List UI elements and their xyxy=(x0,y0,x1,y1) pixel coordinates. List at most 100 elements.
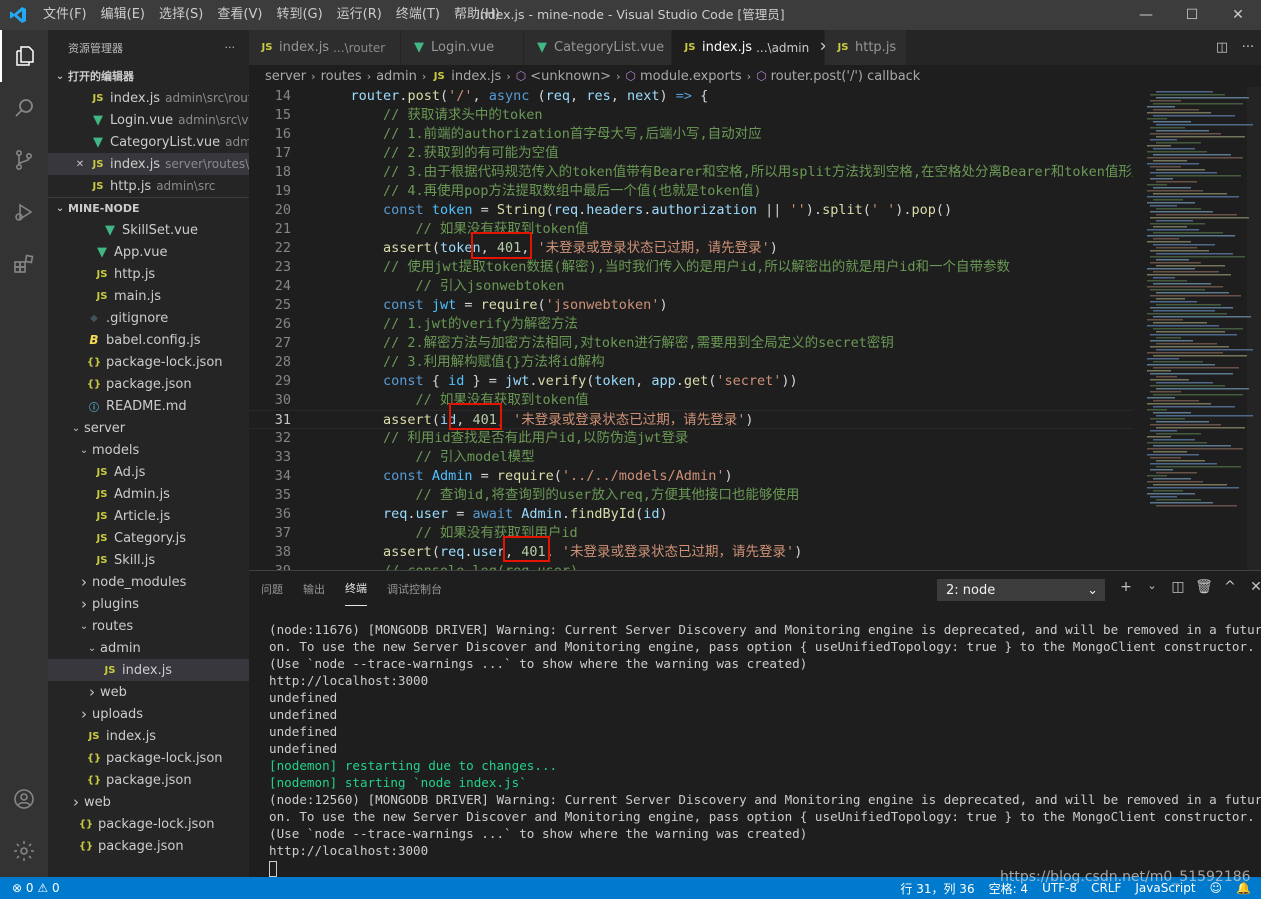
editor-tab[interactable]: ▼ CategoryList.vue xyxy=(524,30,672,65)
more-actions-icon[interactable]: ··· xyxy=(1235,40,1261,55)
menu-item[interactable]: 文件(F) xyxy=(36,0,94,30)
open-editor-item[interactable]: ▼ CategoryList.vue adm... xyxy=(48,131,249,153)
code-line[interactable]: 30 // 如果没有获取到token值 xyxy=(249,391,1133,410)
tree-folder[interactable]: › node_modules xyxy=(48,571,249,593)
menu-item[interactable]: 帮助(H) xyxy=(447,0,507,30)
code-line[interactable]: 26 // 1.jwt的verify为解密方法 xyxy=(249,315,1133,334)
tree-file[interactable]: JS Admin.js xyxy=(48,483,249,505)
breadcrumb-item[interactable]: admin xyxy=(376,69,417,84)
editor-tab[interactable]: ▼ Login.vue xyxy=(401,30,524,65)
minimap[interactable] xyxy=(1133,87,1261,570)
source-control-icon[interactable] xyxy=(0,134,48,186)
panel-tab[interactable]: 输出 xyxy=(303,571,325,606)
tree-file[interactable]: ◆ .gitignore xyxy=(48,307,249,329)
code-line[interactable]: 38 assert(req.user, 401, '未登录或登录状态已过期，请先… xyxy=(249,543,1133,562)
open-editor-item[interactable]: JS index.js admin\src\router xyxy=(48,87,249,109)
explorer-icon[interactable] xyxy=(0,30,48,82)
tree-file[interactable]: ▼ App.vue xyxy=(48,241,249,263)
tree-folder[interactable]: ⌄ server xyxy=(48,417,249,439)
panel-tab[interactable]: 终端 xyxy=(345,571,367,606)
search-icon[interactable] xyxy=(0,82,48,134)
tree-file[interactable]: JS http.js xyxy=(48,263,249,285)
open-editor-item[interactable]: JS http.js admin\src xyxy=(48,175,249,197)
tree-folder[interactable]: › uploads xyxy=(48,703,249,725)
editor-scrollbar[interactable] xyxy=(1247,87,1261,570)
code-line[interactable]: 33 // 引入model模型 xyxy=(249,448,1133,467)
breadcrumb-item[interactable]: module.exports xyxy=(640,69,742,84)
close-window-button[interactable]: ✕ xyxy=(1215,0,1261,30)
split-editor-icon[interactable]: ◫ xyxy=(1209,40,1235,55)
code-line[interactable]: 24 // 引入jsonwebtoken xyxy=(249,277,1133,296)
breadcrumb-item[interactable]: server xyxy=(265,69,306,84)
tree-file[interactable]: {} package.json xyxy=(48,373,249,395)
problems-indicator[interactable]: ⊗ 0 ⚠ 0 xyxy=(0,881,60,895)
tree-file[interactable]: JS Article.js xyxy=(48,505,249,527)
terminal-select[interactable]: 2: node ⌄ xyxy=(937,579,1105,601)
breadcrumb-item[interactable]: routes xyxy=(321,69,362,84)
tree-file[interactable]: JS main.js xyxy=(48,285,249,307)
tree-file[interactable]: ⓘ README.md xyxy=(48,395,249,417)
tree-folder[interactable]: › web xyxy=(48,791,249,813)
code-line[interactable]: 18 // 3.由于根据代码规范传入的token值带有Bearer和空格,所以用… xyxy=(249,163,1146,182)
trash-icon[interactable]: 🗑 xyxy=(1191,579,1217,595)
panel-tab[interactable]: 调试控制台 xyxy=(387,571,442,606)
terminal-dropdown-icon[interactable]: ⌄ xyxy=(1139,579,1165,595)
code-line[interactable]: 16 // 1.前端的authorization首字母大写,后端小写,自动对应 xyxy=(249,125,1133,144)
menu-item[interactable]: 终端(T) xyxy=(389,0,447,30)
settings-gear-icon[interactable] xyxy=(0,825,48,877)
tree-file[interactable]: {} package.json xyxy=(48,835,249,857)
extensions-icon[interactable] xyxy=(0,238,48,290)
code-line[interactable]: 29 const { id } = jwt.verify(token, app.… xyxy=(249,372,1133,391)
code-line[interactable]: 36 req.user = await Admin.findById(id) xyxy=(249,505,1133,524)
code-line[interactable]: 27 // 2.解密方法与加密方法相同,对token进行解密,需要用到全局定义的… xyxy=(249,334,1133,353)
code-line[interactable]: 15 // 获取请求头中的token xyxy=(249,106,1133,125)
code-line[interactable]: 34 const Admin = require('../../models/A… xyxy=(249,467,1133,486)
code-line[interactable]: 28 // 3.利用解构赋值{}方法将id解构 xyxy=(249,353,1133,372)
code-line[interactable]: 32 // 利用id查找是否有此用户id,以防伪造jwt登录 xyxy=(249,429,1133,448)
maximize-panel-icon[interactable]: ^ xyxy=(1217,579,1243,595)
cursor-position[interactable]: 行 31，列 36 xyxy=(900,880,974,897)
close-panel-icon[interactable]: ✕ xyxy=(1243,579,1261,595)
editor-tab[interactable]: JS http.js xyxy=(825,30,907,65)
new-terminal-icon[interactable]: + xyxy=(1113,579,1139,595)
run-debug-icon[interactable] xyxy=(0,186,48,238)
breadcrumb-item[interactable]: router.post('/') callback xyxy=(771,69,921,84)
maximize-button[interactable]: ☐ xyxy=(1169,0,1215,30)
code-line[interactable]: 19 // 4.再使用pop方法提取数组中最后一个值(也就是token值) xyxy=(249,182,1133,201)
tree-file[interactable]: ▼ SkillSet.vue xyxy=(48,219,249,241)
code-line[interactable]: 20 const token = String(req.headers.auth… xyxy=(249,201,1133,220)
tree-folder[interactable]: ⌄ admin xyxy=(48,637,249,659)
panel-tab[interactable]: 问题 xyxy=(261,571,283,606)
close-icon[interactable]: ✕ xyxy=(72,159,88,170)
code-line[interactable]: 35 // 查询id,将查询到的user放入req,方便其他接口也能够使用 xyxy=(249,486,1133,505)
tree-folder[interactable]: › plugins xyxy=(48,593,249,615)
open-editor-item[interactable]: ✕ JS index.js server\routes\a... xyxy=(48,153,249,175)
more-actions-icon[interactable]: ··· xyxy=(225,41,236,54)
code-line[interactable]: 37 // 如果没有获取到用户id xyxy=(249,524,1133,543)
tree-file[interactable]: JS Ad.js xyxy=(48,461,249,483)
tree-file[interactable]: {} package.json xyxy=(48,769,249,791)
split-terminal-icon[interactable]: ◫ xyxy=(1165,579,1191,595)
tree-folder[interactable]: › web xyxy=(48,681,249,703)
tree-folder[interactable]: ⌄ models xyxy=(48,439,249,461)
tree-file[interactable]: Bbabel.config.js xyxy=(48,329,249,351)
code-line[interactable]: 14 router.post('/', async (req, res, nex… xyxy=(249,87,1133,106)
tree-folder[interactable]: ⌄ routes xyxy=(48,615,249,637)
code-line[interactable]: 22 assert(token, 401, '未登录或登录状态已过期，请先登录'… xyxy=(249,239,1133,258)
code-line[interactable]: 25 const jwt = require('jsonwebtoken') xyxy=(249,296,1133,315)
code-line[interactable]: 17 // 2.获取到的有可能为空值 xyxy=(249,144,1133,163)
terminal-output[interactable]: (node:11676) [MONGODB DRIVER] Warning: C… xyxy=(269,621,1261,877)
tree-file[interactable]: {} package-lock.json xyxy=(48,351,249,373)
tree-file[interactable]: {} package-lock.json xyxy=(48,813,249,835)
code-editor[interactable]: 39 // console.log(req.user)38 assert(req… xyxy=(249,87,1261,570)
project-section[interactable]: ⌄ MINE-NODE xyxy=(48,197,249,219)
open-editors-section[interactable]: ⌄ 打开的编辑器 xyxy=(48,65,249,87)
code-line[interactable]: 23 // 使用jwt提取token数据(解密),当时我们传入的是用户id,所以… xyxy=(249,258,1133,277)
account-icon[interactable] xyxy=(0,773,48,825)
menu-item[interactable]: 转到(G) xyxy=(269,0,329,30)
menu-item[interactable]: 运行(R) xyxy=(330,0,389,30)
minimize-button[interactable]: — xyxy=(1123,0,1169,30)
open-editor-item[interactable]: ▼ Login.vue admin\src\vi... xyxy=(48,109,249,131)
menu-item[interactable]: 查看(V) xyxy=(210,0,269,30)
code-line[interactable]: 21 // 如果没有获取到token值 xyxy=(249,220,1133,239)
